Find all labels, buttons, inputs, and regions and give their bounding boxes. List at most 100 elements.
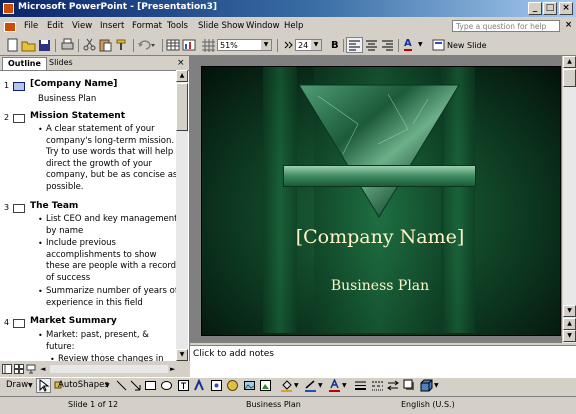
outline-sub-bullet[interactable]: Review those changes in	[58, 354, 163, 362]
chevron-down-icon[interactable]: ▼	[434, 382, 439, 389]
menu-file[interactable]: File	[24, 21, 38, 31]
tab-outline[interactable]: Outline	[2, 57, 47, 70]
fill-color-icon[interactable]	[280, 379, 293, 392]
outline-scrollbar[interactable]: ▲ ▼	[176, 70, 188, 361]
scroll-up-icon[interactable]: ▲	[176, 70, 188, 82]
slide-icon[interactable]	[13, 319, 25, 328]
slide-icon[interactable]	[13, 114, 25, 123]
scroll-up-icon[interactable]: ▲	[563, 56, 576, 68]
line-color-icon[interactable]	[304, 379, 317, 392]
new-document-icon[interactable]	[5, 38, 20, 52]
outline-bullet[interactable]: List CEO and key management by name	[46, 214, 177, 237]
chevron-down-icon[interactable]: ▼	[318, 382, 323, 389]
previous-slide-icon[interactable]: ▲	[563, 318, 576, 330]
outline-bullet[interactable]: Market: past, present, & future:	[46, 330, 149, 353]
slide-icon[interactable]	[13, 82, 25, 91]
chevron-down-icon[interactable]: ▼	[105, 382, 110, 389]
minimize-button[interactable]: _	[528, 2, 542, 15]
chevron-down-icon[interactable]: ▼	[418, 41, 423, 48]
scroll-thumb[interactable]	[176, 83, 188, 131]
oval-icon[interactable]	[160, 379, 173, 392]
select-pointer-icon[interactable]	[36, 378, 51, 393]
close-pane-icon[interactable]: ×	[177, 58, 185, 68]
line-style-icon[interactable]	[354, 379, 367, 392]
overflow-chevron-icon[interactable]	[281, 38, 296, 52]
slide-scrollbar[interactable]: ▲ ▼ ▲ ▼	[563, 56, 576, 343]
arrow-style-icon[interactable]	[387, 379, 400, 392]
outline-bullet[interactable]: A clear statement of your company's long…	[46, 124, 177, 194]
slide-icon[interactable]	[13, 204, 25, 213]
outline-bullet[interactable]: Include previous accomplishments to show…	[46, 238, 176, 284]
horizontal-scrollbar[interactable]	[50, 365, 168, 373]
outline-slide-title[interactable]: [Company Name]	[30, 79, 117, 89]
menu-window[interactable]: Window	[246, 21, 280, 31]
slide-title[interactable]: [Company Name]	[201, 226, 559, 248]
print-icon[interactable]	[60, 38, 75, 52]
picture-icon[interactable]	[259, 379, 272, 392]
rectangle-icon[interactable]	[144, 379, 157, 392]
chevron-down-icon[interactable]: ▼	[28, 382, 33, 389]
normal-view-icon[interactable]	[2, 364, 12, 374]
chevron-down-icon[interactable]: ▼	[294, 382, 299, 389]
clip-art-icon[interactable]	[226, 379, 239, 392]
maximize-button[interactable]: □	[543, 2, 557, 15]
menu-slide-show[interactable]: Slide Show	[198, 21, 244, 31]
font-color-button[interactable]: A	[404, 39, 412, 51]
format-painter-icon[interactable]	[114, 38, 129, 52]
zoom-select[interactable]: 51% ▼	[217, 39, 272, 51]
scroll-down-icon[interactable]: ▼	[176, 349, 188, 361]
bold-button[interactable]: B	[331, 40, 339, 51]
help-search-input[interactable]: Type a question for help	[452, 20, 560, 32]
outline-slide-title[interactable]: Mission Statement	[30, 111, 125, 121]
menu-help[interactable]: Help	[284, 21, 303, 31]
next-slide-icon[interactable]: ▼	[563, 330, 576, 342]
shadow-style-icon[interactable]	[403, 379, 416, 392]
scroll-thumb[interactable]	[563, 69, 576, 87]
draw-menu-button[interactable]: Draw	[6, 380, 28, 390]
align-center-icon[interactable]	[364, 38, 379, 52]
line-icon[interactable]	[115, 379, 128, 392]
font-size-select[interactable]: 24 ▼	[295, 39, 322, 51]
new-slide-button[interactable]: New Slide	[447, 41, 487, 50]
arrow-icon[interactable]	[129, 379, 142, 392]
font-color-icon[interactable]	[328, 379, 341, 392]
3d-style-icon[interactable]	[420, 379, 433, 392]
close-button[interactable]: ×	[559, 2, 573, 15]
align-right-icon[interactable]	[380, 38, 395, 52]
menu-format[interactable]: Format	[132, 21, 162, 31]
wordart-icon[interactable]	[193, 379, 206, 392]
save-icon[interactable]	[37, 38, 52, 52]
powerpoint-app-icon[interactable]	[3, 3, 14, 14]
text-box-icon[interactable]	[177, 379, 190, 392]
slide-show-icon[interactable]	[26, 364, 36, 374]
insert-chart-icon[interactable]	[182, 38, 197, 52]
tab-slides[interactable]: Slides	[44, 57, 78, 69]
slide-sorter-icon[interactable]	[14, 364, 24, 374]
new-slide-icon[interactable]	[432, 38, 447, 52]
outline-slide-title[interactable]: The Team	[30, 201, 78, 211]
undo-icon[interactable]	[136, 38, 156, 52]
menu-view[interactable]: View	[72, 21, 92, 31]
outline-slide-title[interactable]: Market Summary	[30, 316, 117, 326]
menu-insert[interactable]: Insert	[100, 21, 124, 31]
cut-icon[interactable]	[82, 38, 97, 52]
insert-picture-icon[interactable]	[243, 379, 256, 392]
notes-placeholder[interactable]: Click to add notes	[193, 349, 274, 359]
insert-table-icon[interactable]	[166, 38, 181, 52]
slide-subtitle[interactable]: Business Plan	[201, 278, 559, 294]
outline-bullet[interactable]: Summarize number of years of experience …	[46, 286, 178, 309]
chevron-down-icon[interactable]: ▼	[342, 382, 347, 389]
autoshapes-menu-button[interactable]: AutoShapes	[58, 380, 109, 390]
document-close-button[interactable]: ×	[565, 20, 572, 30]
outline-subtitle[interactable]: Business Plan	[38, 94, 96, 106]
scroll-left-icon[interactable]: ◄	[40, 365, 45, 373]
align-left-icon[interactable]	[346, 37, 363, 53]
menu-tools[interactable]: Tools	[167, 21, 188, 31]
paste-icon[interactable]	[98, 38, 113, 52]
scroll-right-icon[interactable]: ►	[170, 365, 175, 373]
show-grid-icon[interactable]	[201, 38, 216, 52]
dash-style-icon[interactable]	[371, 379, 384, 392]
document-icon[interactable]	[4, 22, 16, 32]
scroll-down-icon[interactable]: ▼	[563, 305, 576, 317]
menu-edit[interactable]: Edit	[47, 21, 63, 31]
